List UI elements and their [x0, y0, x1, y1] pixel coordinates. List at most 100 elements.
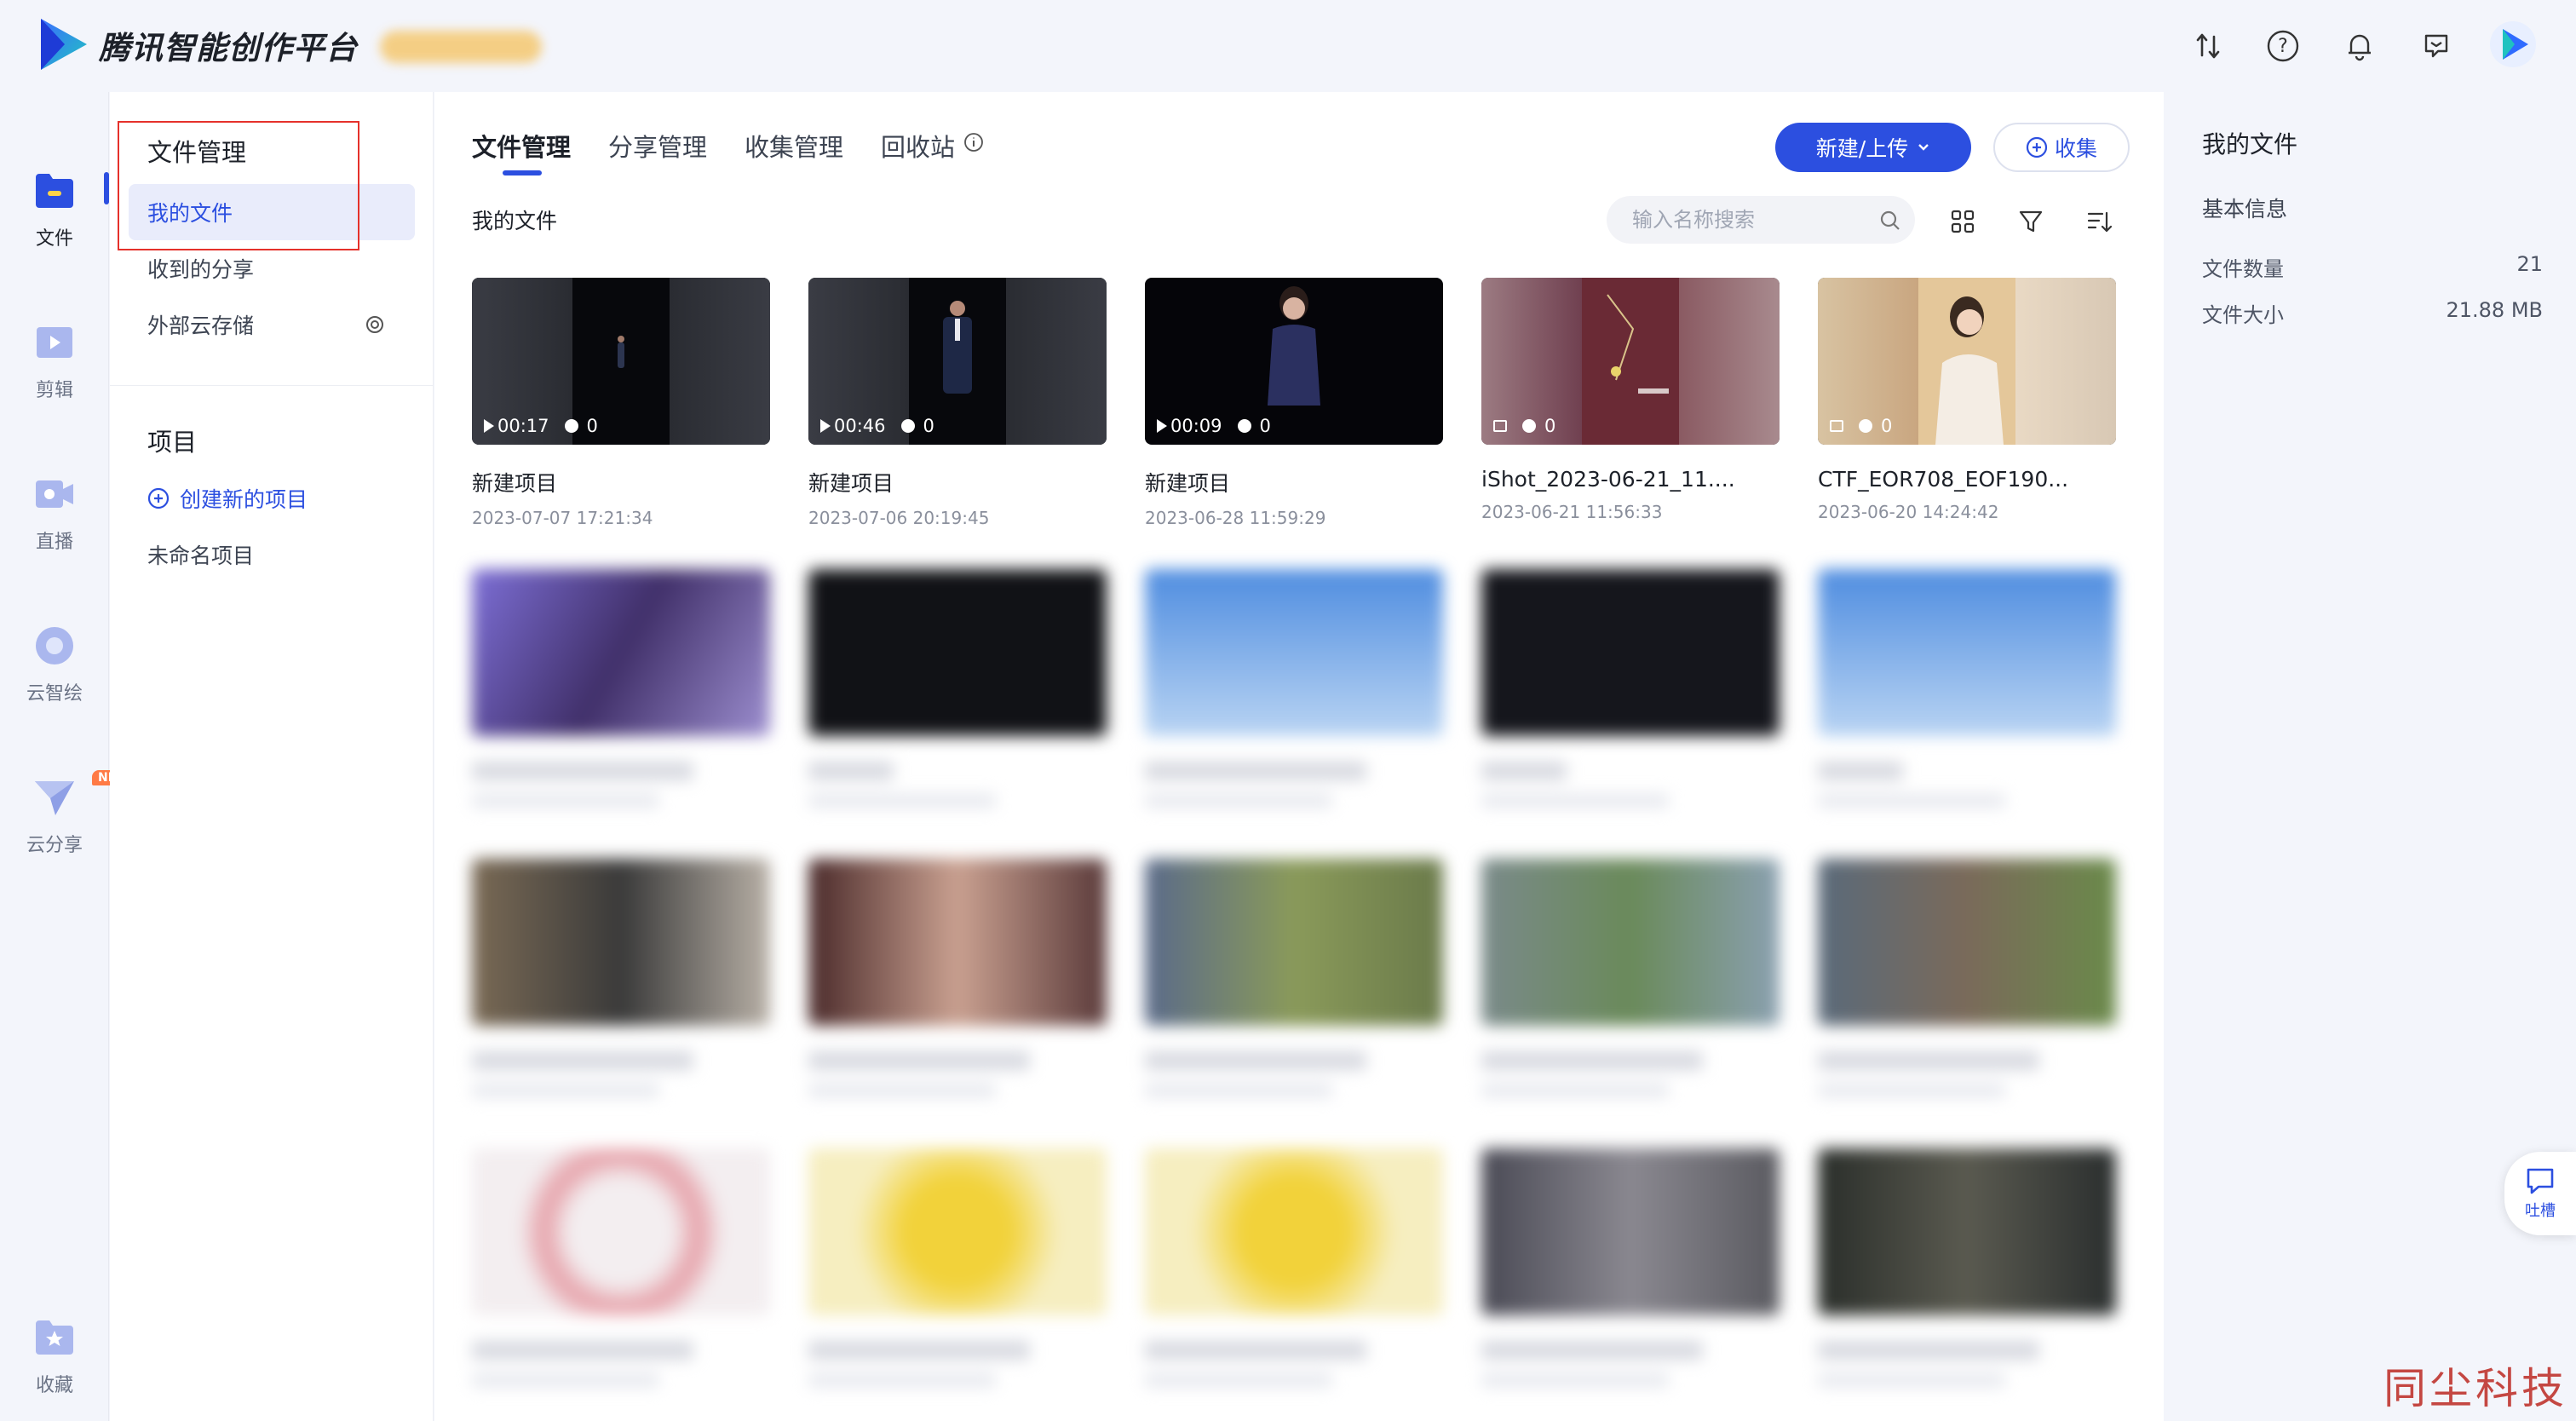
thumb-meta: 0	[1830, 416, 1892, 436]
new-upload-button[interactable]: 新建/上传	[1775, 123, 1971, 172]
sidebar-item-label: 外部云存储	[147, 314, 255, 338]
file-card[interactable]	[808, 1148, 1107, 1387]
video-duration: 00:46	[834, 416, 886, 436]
file-card[interactable]: 00:09 0 新建项目 2023-06-28 11:59:29	[1145, 278, 1443, 528]
gear-icon[interactable]	[364, 314, 386, 336]
file-card[interactable]	[1481, 859, 1780, 1097]
comment-count: 0	[923, 416, 934, 436]
file-card[interactable]	[1145, 1148, 1443, 1387]
video-duration: 00:17	[497, 416, 549, 436]
project-item[interactable]: 未命名项目	[129, 526, 415, 583]
info-row-file-count: 文件数量 21	[2202, 252, 2543, 282]
secondary-sidebar: 文件管理 我的文件 收到的分享 外部云存储 项目 创建新的项目 未命名项目	[110, 92, 434, 1421]
main-panel: 文件管理 分享管理 收集管理 回收站 新建/上传 收集 我的文件 00:17	[434, 92, 2164, 1421]
image-icon	[1830, 420, 1843, 432]
create-project-button[interactable]: 创建新的项目	[129, 470, 415, 526]
file-name: 新建项目	[808, 471, 894, 496]
file-card[interactable]	[1481, 1148, 1780, 1387]
app-title: 腾讯智能创作平台	[99, 30, 358, 66]
file-date: 2023-07-06 20:19:45	[808, 508, 990, 528]
video-thumbnail: 00:46 0	[808, 278, 1107, 445]
tab-label: 收集管理	[745, 133, 844, 162]
rail-item-share[interactable]: NEW 云分享	[0, 770, 135, 903]
file-card[interactable]: 00:46 0 新建项目 2023-07-06 20:19:45	[808, 278, 1107, 528]
file-name: 新建项目	[1145, 471, 1231, 496]
file-card[interactable]: 0 CTF_EOR708_EOF190... 2023-06-20 14:24:…	[1818, 278, 2116, 522]
user-badge	[380, 31, 542, 63]
rail-item-favorite[interactable]: 收藏	[0, 1315, 109, 1421]
message-icon[interactable]	[2416, 26, 2457, 66]
grid-view-icon[interactable]	[1949, 208, 1976, 235]
rail-item-clip[interactable]: 剪辑	[0, 320, 109, 448]
watermark: 同尘科技	[2383, 1364, 2567, 1413]
file-card[interactable]	[1145, 859, 1443, 1097]
tab-bar: 文件管理 分享管理 收集管理 回收站	[472, 128, 1021, 187]
avatar[interactable]	[2489, 20, 2537, 68]
collect-button[interactable]: 收集	[1993, 123, 2130, 172]
filter-icon[interactable]	[2017, 208, 2044, 235]
folder-icon	[32, 169, 77, 213]
tab-label: 文件管理	[472, 133, 572, 162]
info-icon[interactable]	[963, 132, 984, 152]
create-project-label: 创建新的项目	[180, 487, 308, 512]
tab-share-management[interactable]: 分享管理	[608, 128, 707, 175]
tab-label: 分享管理	[608, 133, 708, 162]
thumb-meta: 00:17 0	[484, 416, 598, 436]
comment-icon	[1237, 419, 1251, 433]
top-bar: 腾讯智能创作平台 ?	[0, 0, 2576, 92]
section-title-file-management: 文件管理	[147, 138, 247, 167]
file-card[interactable]: 00:17 0 新建项目 2023-07-07 17:21:34	[472, 278, 770, 528]
section-title-projects: 项目	[147, 428, 198, 457]
feedback-label: 吐槽	[2525, 1202, 2556, 1220]
file-card[interactable]	[1818, 1148, 2116, 1387]
file-card[interactable]	[472, 1148, 770, 1387]
file-card[interactable]	[472, 859, 770, 1097]
bell-icon[interactable]	[2339, 26, 2380, 66]
info-value: 21.88 MB	[2446, 298, 2543, 322]
file-card[interactable]	[808, 569, 1107, 808]
rail-item-paint[interactable]: 云智绘	[0, 624, 109, 751]
file-card[interactable]	[1818, 859, 2116, 1097]
file-card[interactable]	[472, 569, 770, 808]
info-label: 文件大小	[2202, 303, 2284, 327]
info-panel-subtitle: 基本信息	[2202, 197, 2288, 221]
search-input[interactable]	[1607, 196, 1915, 244]
plus-circle-icon	[147, 487, 170, 509]
logo-icon	[41, 19, 87, 70]
sidebar-item-my-files[interactable]: 我的文件	[129, 184, 415, 240]
image-icon	[1493, 420, 1507, 432]
image-thumbnail: 0	[1818, 278, 2116, 445]
thumb-meta: 00:46 0	[820, 416, 934, 436]
rail-label: 文件	[35, 228, 73, 250]
rail-label: 直播	[35, 532, 73, 553]
tab-file-management[interactable]: 文件管理	[472, 128, 571, 175]
play-icon	[484, 419, 494, 433]
thumb-meta: 0	[1493, 416, 1555, 436]
tab-collect-management[interactable]: 收集管理	[745, 128, 843, 175]
file-card[interactable]	[808, 859, 1107, 1097]
file-card[interactable]: 0 iShot_2023-06-21_11.... 2023-06-21 11:…	[1481, 278, 1780, 522]
tab-recycle-bin[interactable]: 回收站	[881, 128, 984, 175]
paint-icon	[32, 624, 77, 668]
file-card[interactable]	[1481, 569, 1780, 808]
feedback-button[interactable]: 吐槽	[2504, 1152, 2576, 1235]
sort-list-icon[interactable]	[2085, 208, 2113, 235]
comment-count: 0	[1544, 416, 1556, 436]
rail-item-live[interactable]: 直播	[0, 472, 109, 600]
left-rail: 文件 剪辑 直播 云智绘 NEW 云分享 收藏	[0, 92, 135, 1421]
info-value: 21	[2516, 252, 2543, 276]
rail-item-file[interactable]: 文件	[0, 169, 109, 296]
play-icon	[820, 419, 831, 433]
file-card[interactable]	[1818, 569, 2116, 808]
comment-count: 0	[1259, 416, 1271, 436]
file-card[interactable]	[1145, 569, 1443, 808]
sidebar-item-external-storage[interactable]: 外部云存储	[129, 296, 415, 353]
collect-label: 收集	[2054, 136, 2097, 161]
video-duration: 00:09	[1170, 416, 1222, 436]
help-icon[interactable]: ?	[2263, 26, 2303, 66]
sort-icon[interactable]	[2188, 26, 2228, 66]
file-date: 2023-07-07 17:21:34	[472, 508, 653, 528]
rail-label: 收藏	[35, 1375, 73, 1396]
sidebar-item-received-shares[interactable]: 收到的分享	[129, 240, 415, 296]
chevron-down-icon	[1918, 144, 1929, 151]
